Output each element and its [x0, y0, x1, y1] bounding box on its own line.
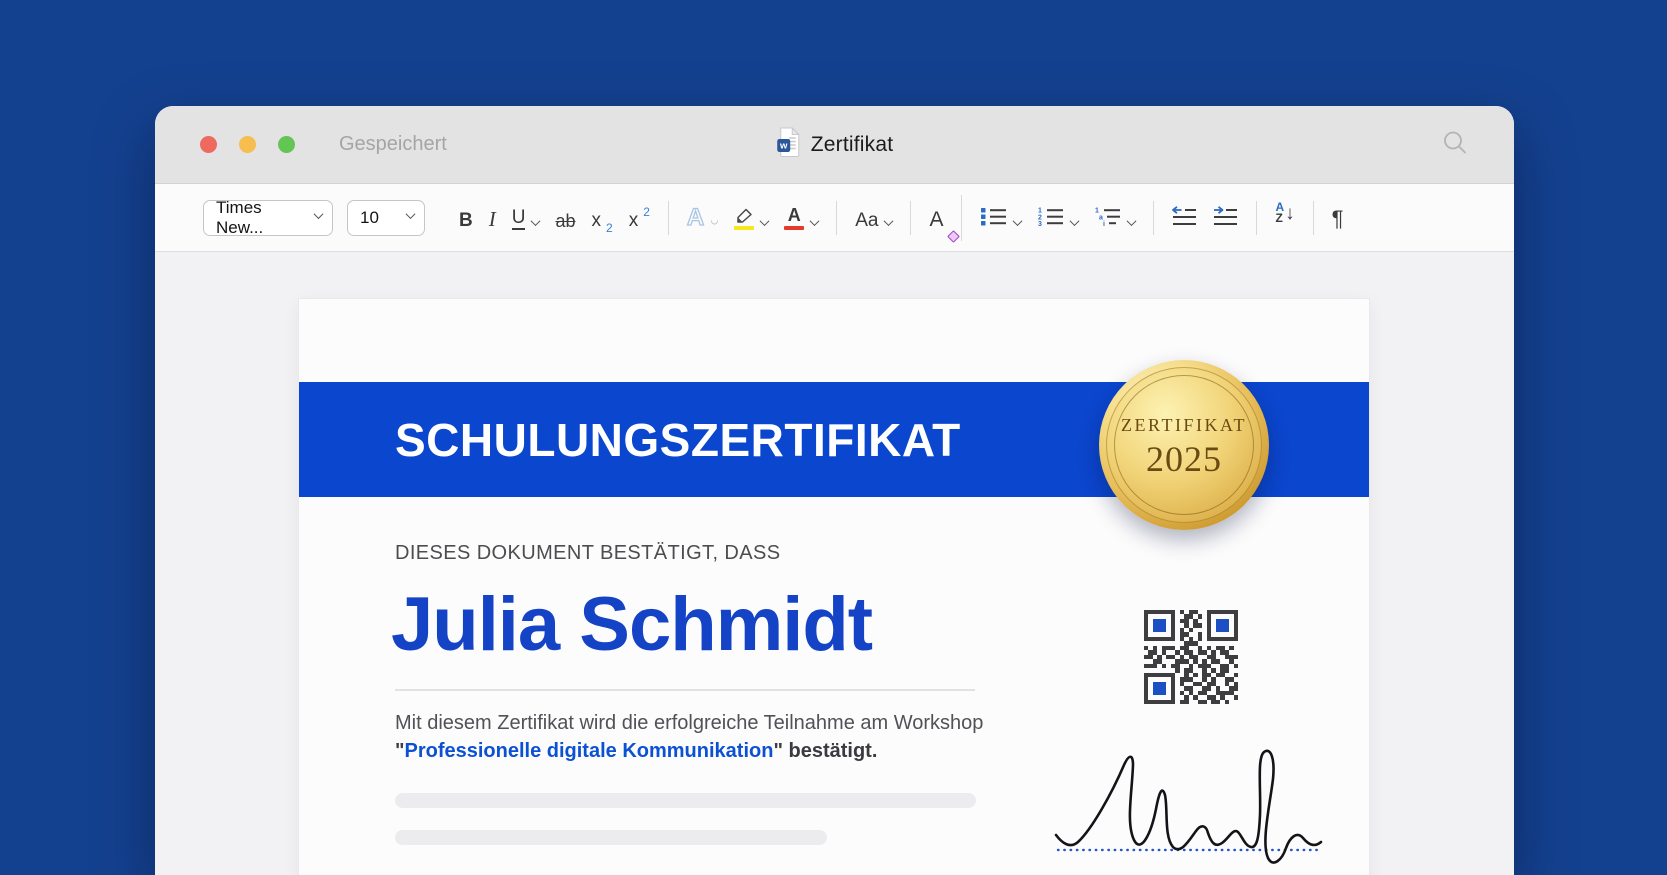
chevron-down-icon [884, 216, 894, 226]
change-case-button[interactable]: Aa [847, 197, 900, 239]
italic-button[interactable]: I [481, 197, 504, 239]
window-controls [200, 136, 295, 153]
word-window: Gespeichert w Zertifikat [155, 106, 1514, 875]
svg-text:i: i [1103, 221, 1105, 226]
chevron-down-icon [760, 216, 770, 226]
strikethrough-button[interactable]: ab [547, 197, 583, 239]
show-paragraph-marks-button[interactable]: ¶ [1324, 197, 1352, 239]
zoom-button[interactable] [278, 136, 295, 153]
search-icon[interactable] [1442, 129, 1468, 160]
body-line1: Mit diesem Zertifikat wird die erfolgrei… [395, 712, 983, 734]
indent-icon [1213, 206, 1238, 230]
close-button[interactable] [200, 136, 217, 153]
toolbar-separator [1153, 201, 1154, 235]
toolbar-separator [668, 201, 669, 235]
chevron-down-icon [1127, 216, 1137, 226]
svg-text:1: 1 [1038, 207, 1042, 214]
toolbar-separator [1313, 201, 1314, 235]
recipient-name[interactable]: Julia Schmidt [391, 581, 872, 668]
bold-button[interactable]: B [451, 197, 481, 239]
certificate-page[interactable]: SCHULUNGSZERTIFIKAT ZERTIFIKAT 2025 DIES… [299, 299, 1369, 875]
sort-button[interactable]: A Z ↓ [1267, 197, 1302, 239]
arrow-down-icon: ↓ [1285, 204, 1295, 223]
document-title-group: w Zertifikat [776, 106, 894, 183]
minimize-button[interactable] [239, 136, 256, 153]
superscript-button[interactable]: x2 [621, 197, 658, 239]
toolbar-separator [910, 201, 911, 235]
font-size-select[interactable]: 10 [347, 200, 425, 236]
chevron-down-icon [531, 216, 541, 226]
numbered-list-icon: 1 2 3 [1037, 206, 1064, 230]
underline-button[interactable]: U [504, 197, 548, 239]
gold-seal-badge[interactable]: ZERTIFIKAT 2025 [1099, 360, 1269, 530]
badge-label: ZERTIFIKAT [1121, 415, 1247, 436]
placeholder-line [395, 830, 827, 845]
svg-text:3: 3 [1038, 221, 1042, 226]
titlebar: Gespeichert w Zertifikat [155, 106, 1514, 184]
toolbar-separator [1256, 201, 1257, 235]
badge-year: 2025 [1146, 438, 1222, 480]
body-suffix: bestätigt. [783, 740, 877, 762]
placeholder-line [395, 793, 976, 808]
save-status: Gespeichert [339, 133, 447, 156]
numbered-list-button[interactable]: 1 2 3 [1029, 197, 1086, 239]
subscript-button[interactable]: x2 [584, 197, 621, 239]
body-paragraph[interactable]: Mit diesem Zertifikat wird die erfolgrei… [395, 709, 983, 765]
increase-indent-button[interactable] [1205, 197, 1246, 239]
clear-formatting-button[interactable]: A [921, 197, 951, 239]
font-size-value: 10 [360, 208, 379, 228]
signature-stroke [1056, 751, 1321, 863]
qr-code[interactable] [1144, 610, 1238, 704]
font-color-icon: A [784, 206, 804, 230]
document-canvas: SCHULUNGSZERTIFIKAT ZERTIFIKAT 2025 DIES… [155, 253, 1514, 875]
text-effects-button[interactable]: A [679, 197, 726, 239]
chevron-down-icon [314, 209, 324, 219]
font-color-button[interactable]: A [776, 197, 826, 239]
svg-text:w: w [779, 141, 788, 152]
bullet-list-icon [980, 206, 1007, 230]
chevron-down-icon [406, 209, 416, 219]
workshop-title[interactable]: Professionelle digitale Kommunikation [404, 740, 773, 762]
decrease-indent-button[interactable] [1164, 197, 1205, 239]
multilevel-list-icon: 1 a i [1094, 206, 1121, 230]
formatting-toolbar: Times New... 10 B I U ab x2 x2 A [155, 184, 1514, 252]
word-file-icon: w [776, 127, 800, 162]
highlighter-icon [734, 208, 754, 230]
svg-text:1: 1 [1095, 207, 1099, 214]
font-family-select[interactable]: Times New... [203, 200, 333, 236]
quote-close: " [773, 740, 782, 762]
chevron-down-icon [1013, 216, 1023, 226]
sort-az-icon: A Z [1275, 202, 1284, 224]
bullet-list-button[interactable] [972, 197, 1029, 239]
multilevel-list-button[interactable]: 1 a i [1086, 197, 1143, 239]
document-title: Zertifikat [811, 133, 894, 157]
signature-block[interactable] [1045, 741, 1345, 871]
chevron-down-icon [710, 216, 720, 226]
toolbar-separator [961, 195, 962, 241]
confirmation-line[interactable]: DIESES DOKUMENT BESTÄTIGT, DASS [395, 542, 780, 565]
eraser-icon [948, 230, 961, 243]
highlight-color-button[interactable] [726, 197, 776, 239]
name-underline [395, 689, 975, 691]
outdent-icon [1172, 206, 1197, 230]
toolbar-separator [836, 201, 837, 235]
chevron-down-icon [810, 216, 820, 226]
certificate-heading[interactable]: SCHULUNGSZERTIFIKAT [395, 413, 961, 467]
font-family-value: Times New... [216, 198, 312, 238]
chevron-down-icon [1070, 216, 1080, 226]
